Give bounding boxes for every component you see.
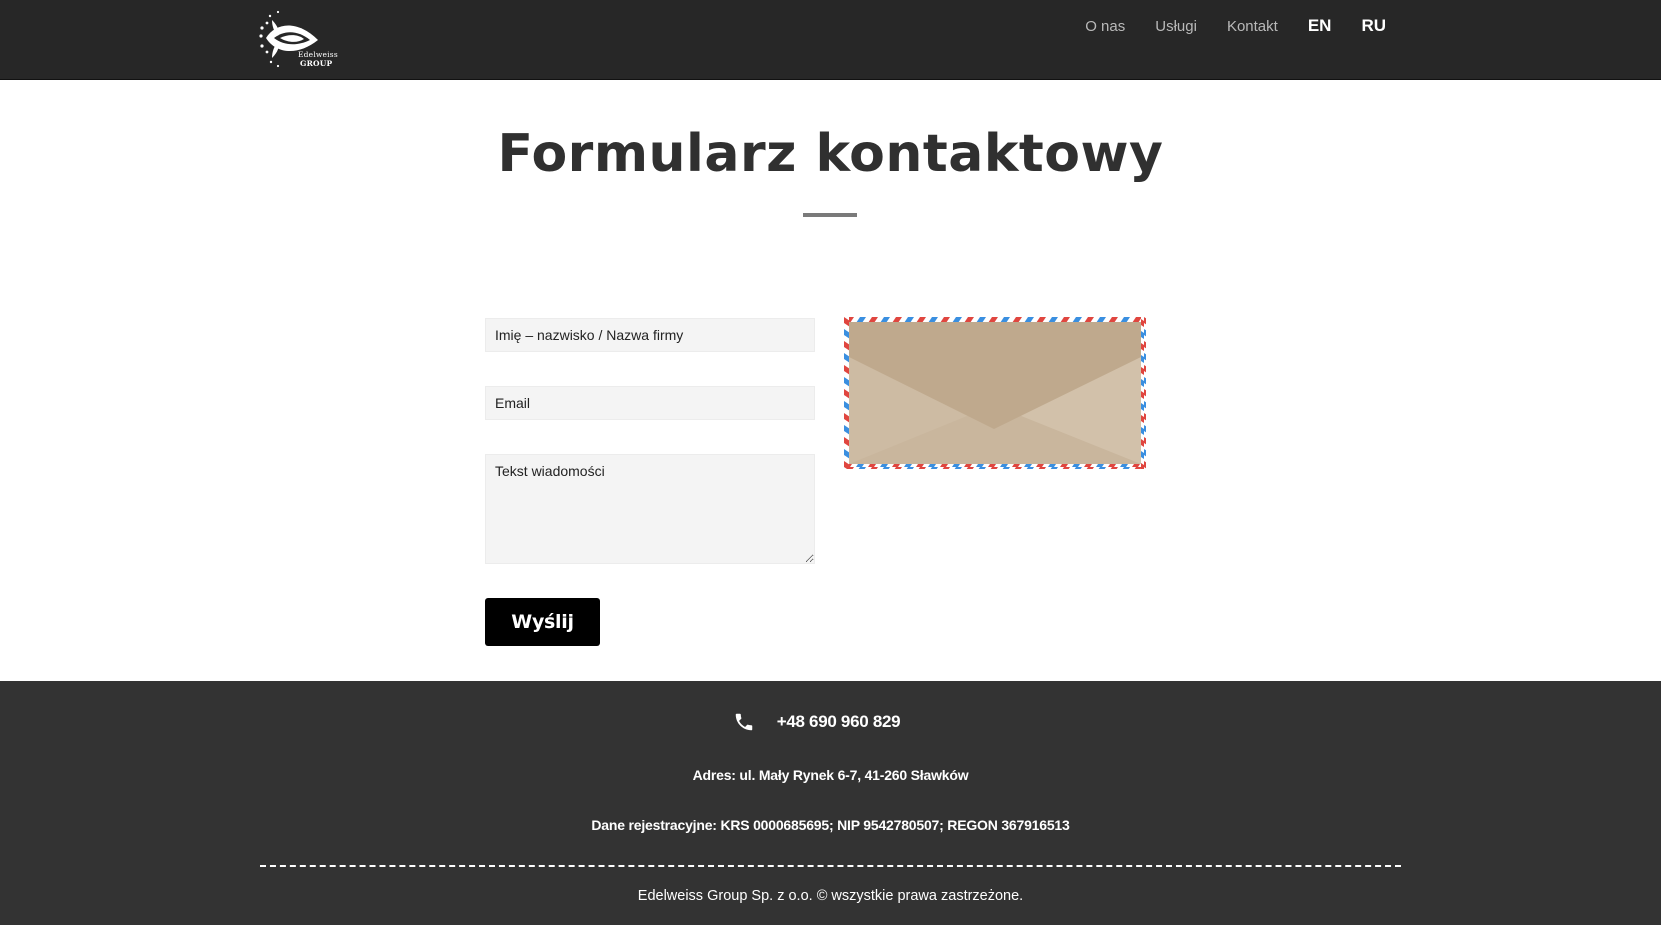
- name-input[interactable]: [485, 318, 815, 352]
- site-header: Edelweiss GROUP O nas Usługi Kontakt EN …: [0, 0, 1661, 80]
- logo[interactable]: Edelweiss GROUP: [258, 8, 348, 72]
- nav-link-contact[interactable]: Kontakt: [1227, 18, 1278, 35]
- footer-divider: [260, 865, 1401, 867]
- nav-link-services[interactable]: Usługi: [1155, 18, 1197, 35]
- send-button[interactable]: Wyślij: [485, 598, 600, 646]
- title-divider: [803, 213, 857, 217]
- footer-registration: Dane rejestracyjne: KRS 0000685695; NIP …: [591, 817, 1070, 833]
- footer-copyright: Edelweiss Group Sp. z o.o. © wszystkie p…: [637, 888, 1024, 904]
- phone-number[interactable]: +48 690 960 829: [777, 712, 901, 732]
- nav-link-about[interactable]: O nas: [1085, 18, 1125, 35]
- phone-icon: [735, 713, 752, 731]
- logo-wordmark: Edelweiss GROUP: [298, 50, 338, 68]
- airmail-envelope-icon: [844, 317, 1146, 469]
- footer-phone: +48 690 960 829: [0, 711, 1661, 733]
- lang-switch-ru[interactable]: RU: [1361, 16, 1386, 36]
- email-input[interactable]: [485, 386, 815, 420]
- logo-line-2: GROUP: [300, 59, 333, 68]
- logo-line-1: Edelweiss: [298, 50, 338, 59]
- main-nav: O nas Usługi Kontakt EN RU: [1055, 16, 1386, 36]
- envelope-image: [844, 317, 1146, 469]
- lang-switch-en[interactable]: EN: [1308, 16, 1332, 36]
- message-textarea[interactable]: [485, 454, 815, 564]
- footer-address: Adres: ul. Mały Rynek 6-7, 41-260 Sławkó…: [692, 767, 969, 783]
- site-footer: +48 690 960 829 Adres: ul. Mały Rynek 6-…: [0, 681, 1661, 925]
- page-title: Formularz kontaktowy: [497, 124, 1164, 184]
